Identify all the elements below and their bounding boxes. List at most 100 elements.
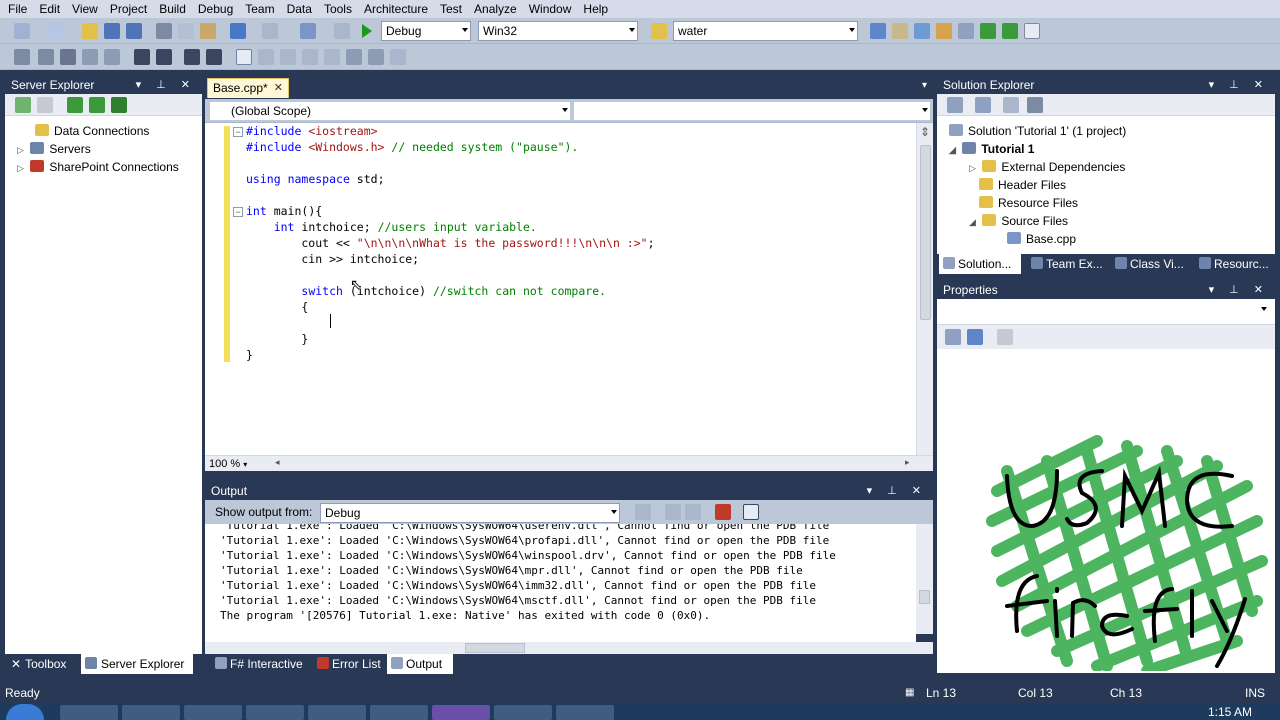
output-horizontal-scrollbar[interactable] bbox=[205, 642, 933, 654]
layout-icon[interactable] bbox=[1024, 23, 1040, 39]
indent-icon[interactable] bbox=[134, 49, 150, 65]
menu-view[interactable]: View bbox=[66, 0, 104, 18]
collapse-icon[interactable]: ◢ bbox=[969, 213, 979, 231]
menu-project[interactable]: Project bbox=[104, 0, 153, 18]
tree-item-servers[interactable]: ▷ Servers bbox=[17, 140, 91, 158]
undo-icon[interactable] bbox=[230, 23, 246, 39]
panel-controls-icon[interactable]: ▾ ⊥ ✕ bbox=[136, 76, 196, 94]
tab-error-list[interactable]: Error List bbox=[313, 654, 385, 674]
cut-icon[interactable] bbox=[156, 23, 172, 39]
navigate-forward-icon[interactable] bbox=[334, 23, 350, 39]
clear-all-icon[interactable] bbox=[715, 504, 731, 520]
copy-icon[interactable] bbox=[178, 23, 194, 39]
code-line[interactable]: } bbox=[246, 331, 308, 347]
expand-icon[interactable]: ▷ bbox=[17, 159, 27, 177]
properties-object-select[interactable] bbox=[937, 299, 1275, 325]
find-combo[interactable]: water bbox=[673, 21, 858, 41]
menu-data[interactable]: Data bbox=[281, 0, 318, 18]
tree-item-external-deps[interactable]: ▷ External Dependencies bbox=[969, 158, 1125, 176]
panel-controls-icon[interactable]: ▾ ⊥ ✕ bbox=[867, 482, 927, 500]
tab-solution-explorer[interactable]: Solution... bbox=[939, 254, 1021, 274]
start-debugging-icon[interactable] bbox=[362, 24, 372, 38]
tree-item-source-files[interactable]: ◢ Source Files bbox=[969, 212, 1068, 230]
prev-bookmark-in-doc-icon[interactable] bbox=[346, 49, 362, 65]
start-page-icon[interactable] bbox=[980, 23, 996, 39]
menu-file[interactable]: File bbox=[2, 0, 33, 18]
tree-item-resource-files[interactable]: Resource Files bbox=[979, 194, 1078, 212]
code-line[interactable]: cin >> intchoice; bbox=[246, 251, 419, 267]
save-icon[interactable] bbox=[104, 23, 120, 39]
menu-test[interactable]: Test bbox=[434, 0, 468, 18]
taskbar-app-icon[interactable] bbox=[184, 705, 242, 720]
expand-icon[interactable]: ▷ bbox=[969, 159, 979, 177]
toggle-bookmark-icon[interactable] bbox=[236, 49, 252, 65]
tab-class-view[interactable]: Class Vi... bbox=[1111, 254, 1189, 274]
taskbar-app-icon[interactable] bbox=[556, 705, 614, 720]
start-button-icon[interactable] bbox=[6, 704, 44, 720]
menu-architecture[interactable]: Architecture bbox=[358, 0, 434, 18]
editor-vertical-scrollbar[interactable]: ⇕ bbox=[916, 123, 933, 455]
quick-info-icon[interactable] bbox=[60, 49, 76, 65]
clear-bookmarks-icon[interactable] bbox=[390, 49, 406, 65]
scope-select[interactable]: (Global Scope) bbox=[209, 101, 571, 121]
active-files-dropdown-icon[interactable]: ▾ bbox=[922, 80, 927, 91]
new-project-icon[interactable] bbox=[14, 23, 30, 39]
alphabetical-icon[interactable] bbox=[967, 329, 983, 345]
connect-to-database-icon[interactable] bbox=[67, 97, 83, 113]
menu-window[interactable]: Window bbox=[523, 0, 578, 18]
output-scroll-thumb[interactable] bbox=[919, 590, 930, 604]
redo-icon[interactable] bbox=[262, 23, 278, 39]
output-text-area[interactable]: 'Tutorial 1.exe': Loaded 'C:\Windows\Sys… bbox=[205, 524, 916, 642]
output-vertical-scrollbar[interactable] bbox=[916, 524, 933, 634]
paste-icon[interactable] bbox=[200, 23, 216, 39]
object-members-icon[interactable] bbox=[14, 49, 30, 65]
uncomment-icon[interactable] bbox=[184, 49, 200, 65]
navigate-backward-icon[interactable] bbox=[300, 23, 316, 39]
menu-tools[interactable]: Tools bbox=[318, 0, 358, 18]
bookmark-icon[interactable] bbox=[206, 49, 222, 65]
taskbar-explorer-icon[interactable] bbox=[60, 705, 118, 720]
scroll-right-icon[interactable]: ▸ bbox=[905, 457, 910, 468]
code-line[interactable]: int main(){ bbox=[246, 203, 322, 219]
solution-explorer-icon[interactable] bbox=[870, 23, 886, 39]
code-line[interactable]: using namespace std; bbox=[246, 171, 385, 187]
code-line[interactable]: #include <Windows.h> // needed system ("… bbox=[246, 139, 578, 155]
toolbox-icon[interactable] bbox=[936, 23, 952, 39]
word-wrap-icon[interactable] bbox=[743, 504, 759, 520]
solution-configuration-select[interactable]: Debug bbox=[381, 21, 471, 41]
taskbar-firefox-icon[interactable] bbox=[370, 705, 428, 720]
save-all-icon[interactable] bbox=[126, 23, 142, 39]
object-browser-icon[interactable] bbox=[914, 23, 930, 39]
panel-controls-icon[interactable]: ▾ ⊥ ✕ bbox=[1209, 281, 1269, 299]
collapse-icon[interactable]: − bbox=[233, 127, 243, 137]
complete-word-icon[interactable] bbox=[82, 49, 98, 65]
menu-analyze[interactable]: Analyze bbox=[468, 0, 523, 18]
command-window-icon[interactable] bbox=[1002, 23, 1018, 39]
code-line[interactable] bbox=[246, 315, 329, 331]
tab-resource-view[interactable]: Resourc... bbox=[1195, 254, 1275, 274]
code-line[interactable]: cout << "\n\n\n\nWhat is the password!!!… bbox=[246, 235, 654, 251]
next-bookmark-icon[interactable] bbox=[280, 49, 296, 65]
prev-message-icon[interactable] bbox=[665, 504, 681, 520]
menu-edit[interactable]: Edit bbox=[33, 0, 66, 18]
tab-toolbox[interactable]: ✕ Toolbox bbox=[7, 654, 81, 674]
tree-item-sharepoint[interactable]: ▷ SharePoint Connections bbox=[17, 158, 179, 176]
view-class-diagram-icon[interactable] bbox=[1027, 97, 1043, 113]
code-line[interactable]: { bbox=[246, 299, 308, 315]
split-icon[interactable]: ⇕ bbox=[920, 125, 930, 139]
menu-help[interactable]: Help bbox=[577, 0, 614, 18]
next-message-icon[interactable] bbox=[685, 504, 701, 520]
prev-bookmark-icon[interactable] bbox=[258, 49, 274, 65]
extension-manager-icon[interactable] bbox=[958, 23, 974, 39]
connect-to-server-icon[interactable] bbox=[89, 97, 105, 113]
menu-team[interactable]: Team bbox=[239, 0, 280, 18]
scroll-left-icon[interactable]: ◂ bbox=[275, 457, 280, 468]
code-editor[interactable]: #include <iostream> #include <Windows.h> … bbox=[205, 123, 933, 455]
refresh-icon[interactable] bbox=[1003, 97, 1019, 113]
outdent-icon[interactable] bbox=[104, 49, 120, 65]
member-select[interactable] bbox=[573, 101, 931, 121]
stop-refresh-icon[interactable] bbox=[37, 97, 53, 113]
tab-output[interactable]: Output bbox=[387, 654, 453, 674]
refresh-icon[interactable] bbox=[15, 97, 31, 113]
expand-icon[interactable]: ▷ bbox=[17, 141, 27, 159]
